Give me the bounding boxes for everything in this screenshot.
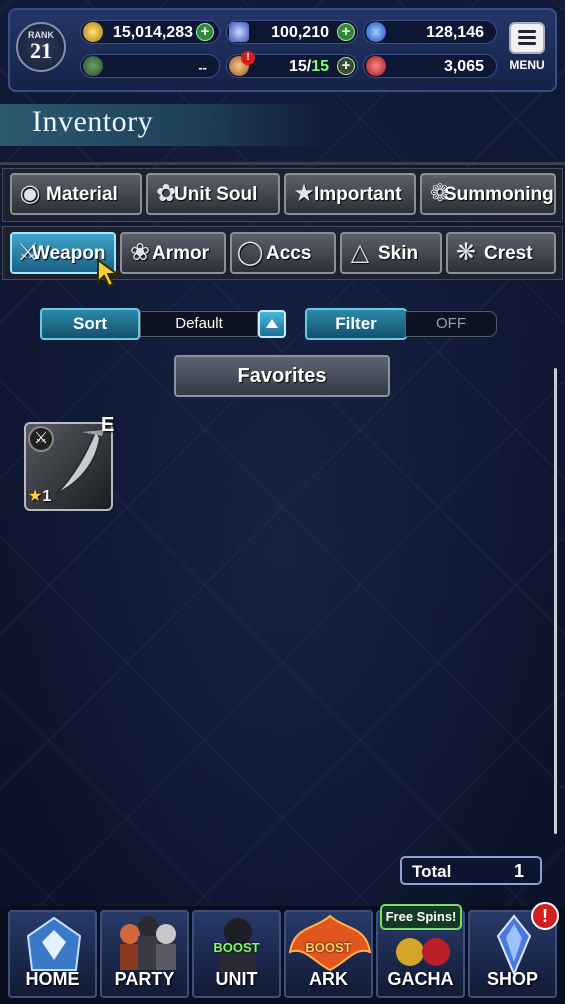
add-lapis-button[interactable]: +	[337, 23, 355, 41]
tab-important-label: Important	[314, 184, 402, 205]
nav-gacha-label: GACHA	[387, 969, 454, 989]
nav-ark-label: ARK	[309, 969, 348, 989]
energy-value: 15	[288, 58, 307, 75]
sort-order-toggle[interactable]	[258, 310, 286, 338]
tab-accs[interactable]: ◯ Accs	[230, 232, 336, 274]
menu-button[interactable]: MENU	[504, 22, 550, 78]
add-gil-button[interactable]: +	[196, 23, 214, 41]
tab-unit-soul-label: Unit Soul	[174, 184, 258, 205]
menu-label: MENU	[509, 58, 545, 72]
gil-coin-icon	[83, 22, 103, 42]
nav-home-label: HOME	[25, 969, 80, 989]
ark-value: --	[198, 60, 207, 75]
divider	[0, 162, 565, 165]
sort-button[interactable]: Sort	[40, 308, 140, 340]
total-value: 1	[513, 861, 524, 881]
ark-counter: --	[80, 54, 220, 78]
sort-label: Sort	[73, 314, 107, 333]
tab-armor[interactable]: ❀ Armor	[120, 232, 226, 274]
rank-value: 21	[30, 38, 52, 63]
hanger-icon: △	[350, 239, 370, 266]
necklace-icon: ◯	[236, 239, 264, 266]
pointer-cursor-icon	[97, 258, 121, 288]
tab-material-label: Material	[46, 184, 118, 205]
tab-crest-label: Crest	[484, 243, 533, 264]
energy-max: 15	[311, 58, 329, 75]
nav-shop-label: SHOP	[486, 969, 538, 989]
tab-summoning-label: Summoning	[444, 184, 554, 205]
tab-unit-soul[interactable]: ✿ Unit Soul	[146, 173, 280, 215]
total-counter: Total 1	[400, 856, 542, 885]
page-title: Inventory	[32, 105, 154, 138]
filter-value: OFF	[405, 311, 497, 337]
shop-alert-badge: !	[531, 902, 559, 930]
tab-important[interactable]: ★ Important	[284, 173, 416, 215]
nav-party[interactable]: PARTY	[100, 910, 189, 998]
scrollbar[interactable]	[554, 368, 557, 834]
tab-skin[interactable]: △ Skin	[340, 232, 442, 274]
filter-label: Filter	[335, 314, 377, 333]
red-orb-value: 3,065	[443, 58, 484, 75]
lapis-crystal-icon	[229, 22, 249, 42]
total-label: Total	[412, 862, 452, 881]
energy-alert-icon: !	[241, 51, 255, 65]
home-crystal-icon	[26, 916, 82, 971]
blue-orb-icon	[366, 22, 386, 42]
lapis-value: 100,210	[271, 24, 329, 41]
tab-summoning[interactable]: ❁ Summoning	[420, 173, 556, 215]
hamburger-icon	[509, 22, 545, 54]
star-icon: ★	[28, 488, 43, 505]
nav-ark[interactable]: BOOST ARK	[284, 910, 373, 998]
tab-weapon-label: Weapon	[32, 243, 106, 264]
nav-party-label: PARTY	[114, 969, 175, 989]
gil-value: 15,014,283	[112, 24, 193, 41]
tab-accs-label: Accs	[266, 243, 312, 264]
ark-boost-tag: BOOST	[305, 940, 352, 955]
red-orb-counter: 3,065	[363, 54, 497, 78]
compass-icon	[83, 56, 103, 76]
red-orb-icon	[366, 56, 386, 76]
nav-unit[interactable]: BOOST UNIT	[192, 910, 281, 998]
favorites-label: Favorites	[237, 365, 327, 387]
crest-icon: ❋	[455, 239, 477, 266]
free-spins-tag: Free Spins!	[380, 904, 462, 930]
unit-boost-tag: BOOST	[213, 940, 260, 955]
favorites-button[interactable]: Favorites	[174, 355, 390, 397]
item-stars: 1	[42, 488, 52, 505]
rank-badge[interactable]: RANK 21	[16, 22, 66, 72]
nav-home[interactable]: HOME	[8, 910, 97, 998]
blue-orb-counter: 128,146	[363, 20, 497, 44]
weapon-item-slot[interactable]: ⚔ ★1	[24, 422, 113, 511]
sword-icon: ⚔	[28, 426, 54, 452]
tab-armor-label: Armor	[152, 243, 210, 264]
tab-skin-label: Skin	[378, 243, 419, 264]
blue-orb-value: 128,146	[426, 24, 484, 41]
add-energy-button[interactable]: +	[337, 57, 355, 75]
party-characters-icon	[120, 916, 176, 970]
filter-button[interactable]: Filter	[305, 308, 407, 340]
sort-value: Default	[140, 311, 258, 337]
sack-icon: ◉	[19, 180, 41, 207]
tab-material[interactable]: ◉ Material	[10, 173, 142, 215]
tab-crest[interactable]: ❋ Crest	[446, 232, 556, 274]
armor-icon: ❀	[129, 239, 151, 266]
nav-unit-label: UNIT	[215, 969, 258, 989]
item-rank-letter: E	[101, 414, 115, 436]
